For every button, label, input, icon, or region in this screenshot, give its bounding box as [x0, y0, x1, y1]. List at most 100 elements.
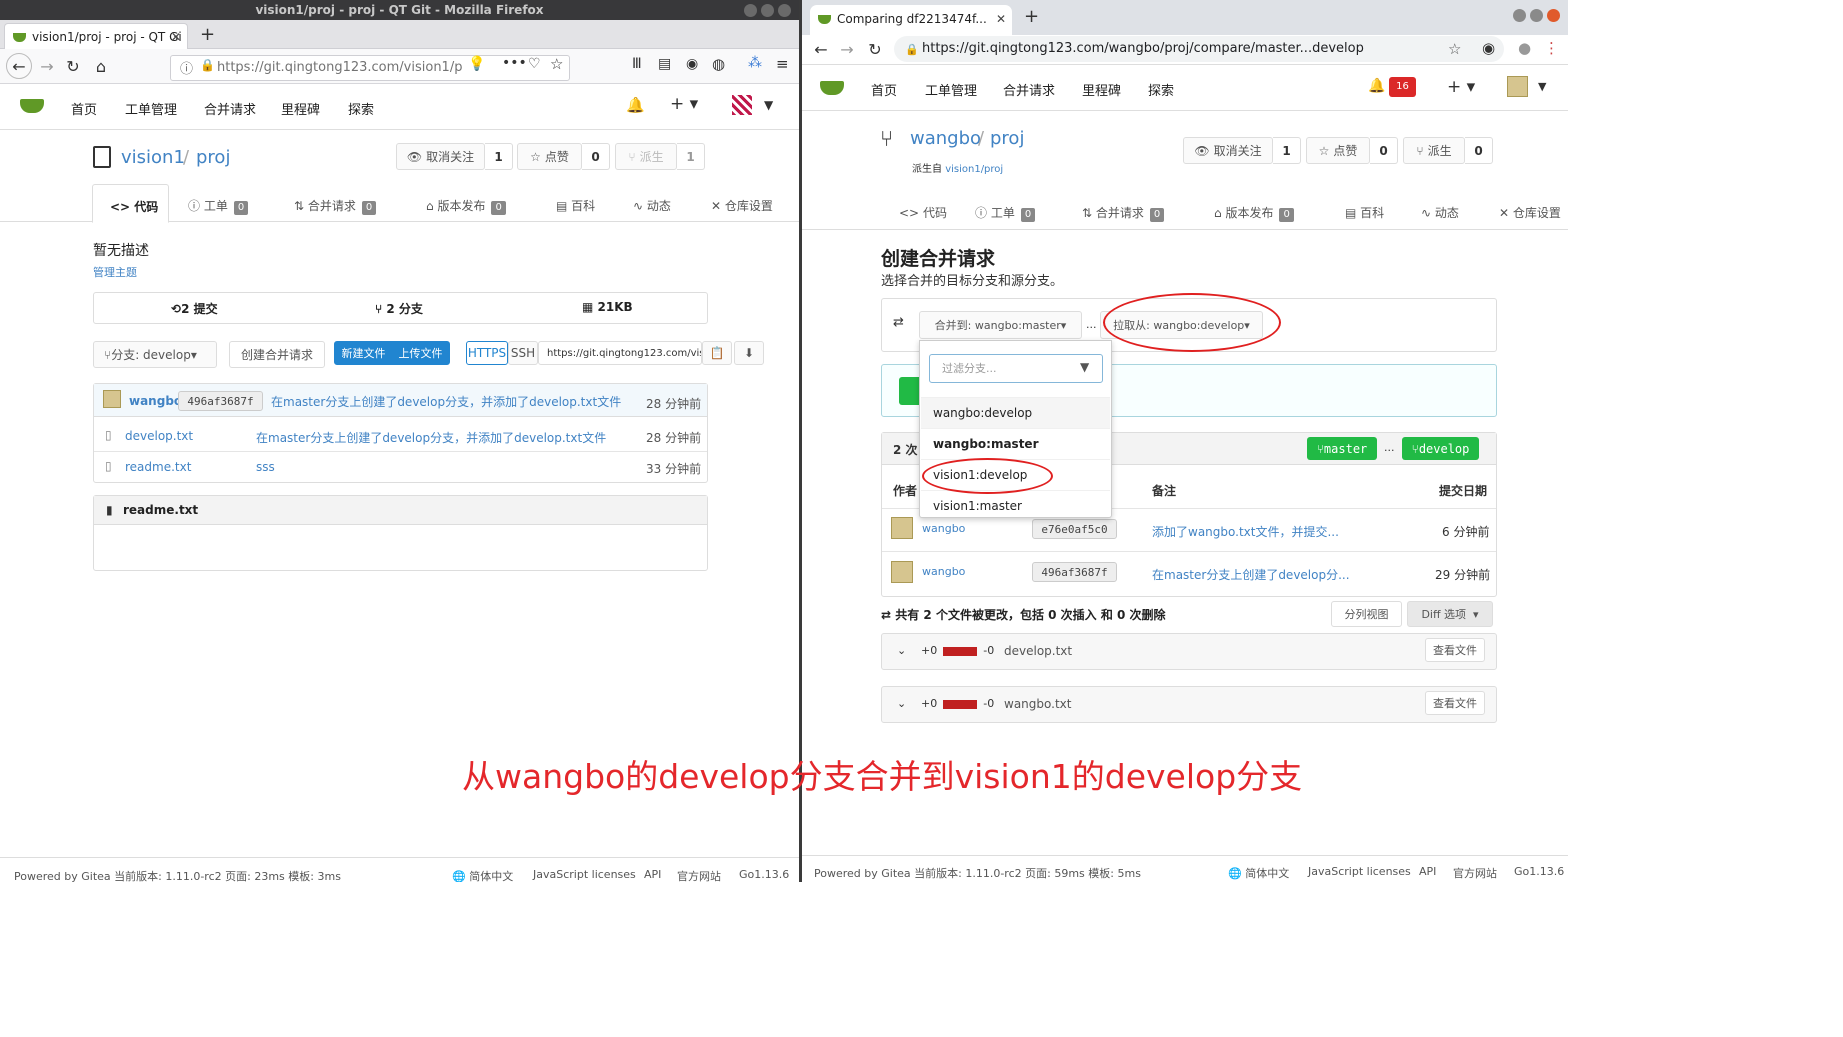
collapse-chevron-icon[interactable]: ⌄: [897, 644, 906, 657]
account-icon[interactable]: ◉: [686, 56, 698, 72]
tab-releases[interactable]: ⌂ 版本发布 0: [1214, 204, 1294, 222]
minimize-icon[interactable]: [744, 4, 757, 17]
star-button[interactable]: ☆ 点赞: [517, 143, 582, 170]
gitea-logo-icon[interactable]: [820, 81, 844, 95]
tab-close-icon[interactable]: ✕: [996, 5, 1006, 33]
split-view-button[interactable]: 分列视图: [1331, 601, 1402, 627]
create-plus-icon[interactable]: + ▾: [1447, 77, 1475, 97]
api-link[interactable]: API: [644, 868, 661, 881]
notification-count-badge[interactable]: 16: [1389, 77, 1416, 97]
extension-icon[interactable]: ◉: [1482, 39, 1495, 57]
branch-option[interactable]: wangbo:develop: [921, 397, 1110, 428]
file-commit-message[interactable]: 在master分支上创建了develop分支，并添加了develop.txt文件: [256, 429, 606, 446]
browser-tab[interactable]: Comparing df2213474f... ✕: [810, 5, 1012, 35]
repo-name-link[interactable]: proj: [990, 128, 1024, 149]
tab-activity[interactable]: ∿ 动态: [633, 197, 671, 214]
file-name-develop[interactable]: develop.txt: [125, 429, 193, 443]
branch-option[interactable]: vision1:master: [921, 490, 1110, 521]
author-avatar[interactable]: [891, 561, 913, 583]
create-pr-button[interactable]: 创建合并请求: [229, 341, 325, 368]
fork-button[interactable]: ⑂ 派生: [1403, 137, 1465, 164]
library-icon[interactable]: Ⅲ: [632, 56, 642, 72]
https-button[interactable]: HTTPS: [466, 341, 508, 365]
chevron-down-icon[interactable]: ▼: [1538, 80, 1546, 93]
last-commit-author[interactable]: wangbo: [129, 394, 182, 408]
star-count[interactable]: 0: [1370, 137, 1398, 164]
bookmark-star-icon[interactable]: ☆: [1448, 40, 1461, 58]
repo-owner-link[interactable]: wangbo: [910, 128, 981, 149]
branches-stat[interactable]: ⑂ 2 分支: [375, 300, 423, 317]
fork-count[interactable]: 0: [1465, 137, 1493, 164]
tab-settings[interactable]: ✕ 仓库设置: [1499, 204, 1561, 221]
upload-file-button[interactable]: 上传文件: [399, 345, 443, 361]
new-tab-icon[interactable]: +: [1024, 6, 1039, 27]
nav-explore[interactable]: 探索: [348, 99, 374, 118]
new-pr-button[interactable]: [899, 377, 919, 405]
minimize-icon[interactable]: [1513, 9, 1526, 22]
tab-settings[interactable]: ✕ 仓库设置: [711, 197, 773, 214]
tab-close-icon[interactable]: ✕: [171, 24, 181, 50]
star-button[interactable]: ☆ 点赞: [1306, 137, 1370, 164]
bell-icon[interactable]: 🔔: [626, 96, 645, 114]
url-bar[interactable]: https://git.qingtong123.com/wangbo/proj/…: [894, 36, 1504, 62]
bell-icon[interactable]: 🔔: [1368, 78, 1385, 94]
collapse-chevron-icon[interactable]: ⌄: [897, 697, 906, 710]
nav-pulls[interactable]: 合并请求: [204, 99, 256, 118]
fork-button[interactable]: ⑂ 派生: [615, 143, 677, 170]
author-avatar[interactable]: [103, 390, 121, 408]
user-avatar[interactable]: [1507, 76, 1528, 97]
create-plus-icon[interactable]: + ▾: [670, 94, 698, 114]
tab-pulls[interactable]: ⇅ 合并请求 0: [1082, 204, 1165, 222]
ssh-button[interactable]: SSH: [508, 341, 538, 365]
tab-wiki[interactable]: ▤ 百科: [1345, 204, 1384, 221]
tab-wiki[interactable]: ▤ 百科: [556, 197, 595, 214]
info-icon[interactable]: ⓘ: [180, 58, 193, 77]
new-file-button[interactable]: 新建文件: [342, 345, 386, 361]
watch-count[interactable]: 1: [485, 143, 513, 170]
close-icon[interactable]: [1547, 9, 1560, 22]
diff-options-button[interactable]: Diff 选项 ▾: [1407, 601, 1493, 627]
manage-topics-link[interactable]: 管理主题: [93, 264, 137, 280]
chevron-down-icon[interactable]: ▼: [764, 98, 773, 112]
api-link[interactable]: API: [1419, 865, 1436, 878]
branch-dropdown[interactable]: ⑂ 分支: develop ▾: [93, 341, 217, 368]
nav-home[interactable]: 首页: [871, 80, 897, 99]
unwatch-button[interactable]: 👁 取消关注: [1183, 137, 1273, 164]
official-site-link[interactable]: 官方网站: [1453, 865, 1497, 881]
nav-home[interactable]: 首页: [71, 99, 97, 118]
branch-filter-input[interactable]: 过滤分支...: [929, 354, 1103, 383]
repo-name-link[interactable]: proj: [196, 147, 230, 168]
commit-sha[interactable]: e76e0af5c0: [1032, 519, 1117, 539]
back-icon[interactable]: ←: [808, 35, 834, 64]
language-selector[interactable]: 🌐 简体中文: [1228, 865, 1289, 881]
back-icon[interactable]: ←: [6, 53, 32, 79]
copy-url-button[interactable]: 📋: [702, 341, 732, 365]
maximize-icon[interactable]: [1530, 9, 1543, 22]
reload-icon[interactable]: ↻: [862, 35, 888, 64]
download-button[interactable]: ⬇: [734, 341, 764, 365]
js-licenses-link[interactable]: JavaScript licenses: [533, 868, 636, 881]
branch-label-master[interactable]: ⑂ master: [1307, 437, 1377, 460]
file-commit-message[interactable]: sss: [256, 460, 275, 474]
js-licenses-link[interactable]: JavaScript licenses: [1308, 865, 1411, 878]
tab-pulls[interactable]: ⇅ 合并请求 0: [294, 197, 377, 215]
bookmark-star-icon[interactable]: ☆: [550, 55, 563, 73]
merge-into-dropdown[interactable]: 合并到: wangbo:master ▾: [919, 311, 1082, 339]
nav-issues[interactable]: 工单管理: [125, 99, 177, 118]
gitea-logo-icon[interactable]: [20, 99, 44, 113]
last-commit-sha[interactable]: 496af3687f: [178, 391, 263, 411]
repo-owner-link[interactable]: vision1: [121, 147, 185, 168]
nav-milestones[interactable]: 里程碑: [1082, 80, 1121, 99]
fork-count[interactable]: 1: [677, 143, 705, 170]
nav-explore[interactable]: 探索: [1148, 80, 1174, 99]
star-count[interactable]: 0: [582, 143, 610, 170]
maximize-icon[interactable]: [761, 4, 774, 17]
home-icon[interactable]: ⌂: [88, 49, 114, 83]
view-file-button[interactable]: 查看文件: [1425, 638, 1485, 662]
file-name-readme[interactable]: readme.txt: [125, 460, 191, 474]
commit-sha[interactable]: 496af3687f: [1032, 562, 1117, 582]
tab-code[interactable]: <> 代码: [110, 198, 158, 215]
language-selector[interactable]: 🌐 简体中文: [452, 868, 513, 882]
last-commit-message[interactable]: 在master分支上创建了develop分支，并添加了develop.txt文件: [271, 393, 621, 410]
commit-author[interactable]: wangbo: [922, 522, 965, 535]
